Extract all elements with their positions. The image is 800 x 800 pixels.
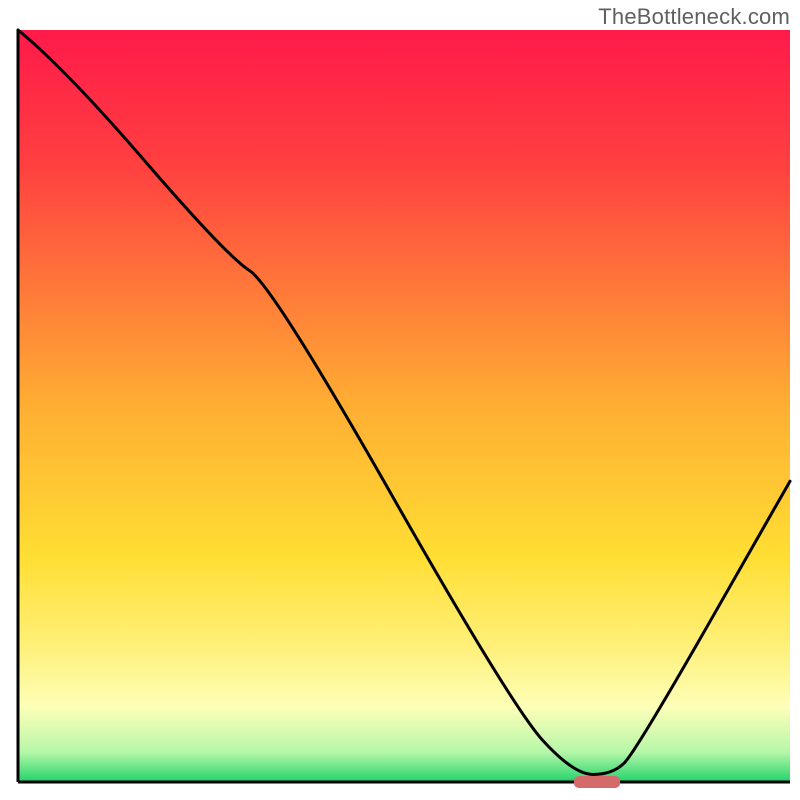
watermark-text: TheBottleneck.com bbox=[598, 4, 790, 30]
chart-container: { "watermark": "TheBottleneck.com", "cha… bbox=[0, 0, 800, 800]
optimal-marker bbox=[574, 776, 620, 788]
plot-background bbox=[18, 30, 790, 782]
bottleneck-chart bbox=[0, 0, 800, 800]
